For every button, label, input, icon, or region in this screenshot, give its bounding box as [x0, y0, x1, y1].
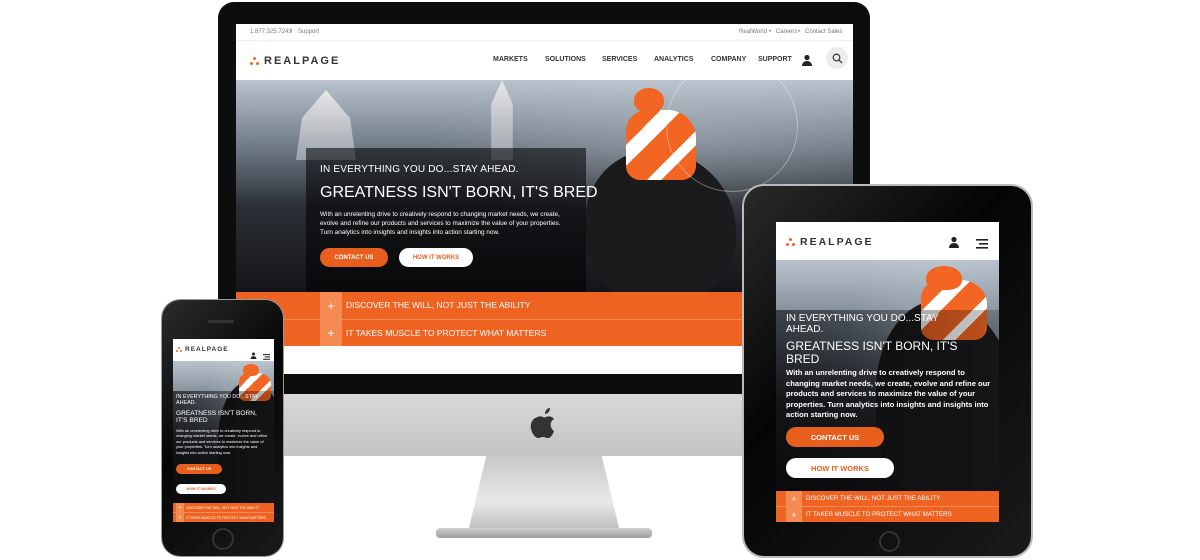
hero-banner: IN EVERYTHING YOU DO...STAY AHEAD. GREAT… [776, 260, 999, 493]
hero-body: With an unrelenting drive to creatively … [320, 211, 561, 236]
logo-dots-icon [176, 346, 183, 353]
accordion-label-2: IT TAKES MUSCLE TO PROTECT WHAT MATTERS [346, 328, 547, 338]
accordion-label-1: DISCOVER THE WILL, NOT JUST THE ABILITY [346, 300, 531, 310]
tablet-screen: REALPAGE IN EVERYTHING YOU DO...STAY AHE… [776, 222, 999, 522]
monitor-stand [468, 456, 620, 532]
hero-title: GREATNESS ISN'T BORN, IT'S BRED [786, 339, 958, 366]
accordion-item-2[interactable]: + IT TAKES MUSCLE TO PROTECT WHAT MATTER… [173, 513, 274, 522]
user-icon[interactable] [948, 235, 960, 253]
phone-header: REALPAGE [173, 339, 274, 361]
contact-sales-link[interactable]: Contact Sales [805, 29, 842, 35]
accordion-item-2[interactable]: + IT TAKES MUSCLE TO PROTECT WHAT MATTER… [776, 507, 999, 522]
nav-support[interactable]: SUPPORT [758, 56, 792, 63]
hero-eyebrow: IN EVERYTHING YOU DO...STAY AHEAD. [176, 394, 259, 407]
site-header: REALPAGE MARKETS SOLUTIONS SERVICES ANAL… [236, 41, 853, 79]
tablet-header: REALPAGE [776, 222, 999, 260]
brand-logo[interactable]: REALPAGE [250, 55, 340, 67]
accordion-item-1[interactable]: + DISCOVER THE WILL, NOT JUST THE ABILIT… [173, 503, 274, 513]
hero-banner: IN EVERYTHING YOU DO...STAY AHEAD. GREAT… [173, 361, 274, 504]
hero-title: GREATNESS ISN'T BORN, IT'S BRED [176, 410, 257, 425]
hero-body: With an unrelenting drive to creatively … [176, 428, 268, 455]
plus-icon: + [320, 320, 342, 346]
plus-icon: + [176, 503, 184, 512]
hero-jockey-helmet [634, 88, 664, 112]
how-it-works-button[interactable]: HOW IT WORKS [399, 248, 473, 267]
contact-us-button[interactable]: CONTACT US [786, 427, 884, 447]
how-it-works-button[interactable]: HOW IT WORKS [786, 458, 894, 478]
tablet-home-button [879, 531, 900, 552]
hero-title: GREATNESS ISN'T BORN, IT'S BRED [320, 184, 598, 201]
plus-icon: + [320, 292, 342, 319]
phone-number[interactable]: 1.877.325.7243 [250, 29, 292, 35]
utility-bar: 1.877.325.7243 • Support RealWorld • Car… [236, 24, 853, 41]
contact-us-button[interactable]: CONTACT US [176, 464, 222, 474]
apple-logo-icon [528, 404, 560, 442]
nav-analytics[interactable]: ANALYTICS [654, 56, 693, 63]
hero-eyebrow: IN EVERYTHING YOU DO...STAY AHEAD. [320, 164, 519, 175]
accordion-item-1[interactable]: + DISCOVER THE WILL, NOT JUST THE ABILIT… [776, 491, 999, 507]
plus-icon: + [786, 507, 802, 522]
nav-company[interactable]: COMPANY [711, 56, 746, 63]
hero-body: With an unrelenting drive to creatively … [786, 368, 991, 419]
accordion-label-2: IT TAKES MUSCLE TO PROTECT WHAT MATTERS [186, 515, 266, 520]
menu-icon[interactable] [976, 236, 988, 254]
logo-dots-icon [250, 57, 260, 65]
support-link[interactable]: Support [298, 29, 319, 35]
hero-eyebrow: IN EVERYTHING YOU DO...STAY AHEAD. [786, 313, 939, 335]
how-it-works-button[interactable]: HOW IT WORKS [176, 484, 226, 494]
nav-solutions[interactable]: SOLUTIONS [545, 56, 586, 63]
phone-speaker [208, 320, 234, 323]
monitor-stand-base [436, 528, 652, 538]
accordion-label-2: IT TAKES MUSCLE TO PROTECT WHAT MATTERS [806, 511, 952, 518]
user-icon[interactable] [801, 53, 813, 71]
nav-markets[interactable]: MARKETS [493, 56, 528, 63]
nav-services[interactable]: SERVICES [602, 56, 637, 63]
plus-icon: + [786, 491, 802, 506]
brand-logo[interactable]: REALPAGE [786, 236, 874, 248]
hero-jockey-helmet [926, 266, 962, 290]
phone-home-button [212, 528, 234, 550]
accordion-label-1: DISCOVER THE WILL, NOT JUST THE ABILITY [806, 495, 941, 502]
brand-logo[interactable]: REALPAGE [176, 346, 229, 353]
phone-screen: REALPAGE IN EVERYTHING YOU DO...STAY AHE… [173, 339, 274, 522]
plus-icon: + [176, 513, 184, 522]
logo-dots-icon [786, 238, 796, 246]
hero-jockey-helmet [243, 364, 259, 376]
careers-link[interactable]: Careers [776, 29, 797, 35]
accordion-label-1: DISCOVER THE WILL, NOT JUST THE ABILITY [186, 505, 260, 510]
search-icon[interactable] [826, 47, 848, 69]
realworld-link[interactable]: RealWorld [739, 29, 767, 35]
contact-us-button[interactable]: CONTACT US [320, 248, 388, 267]
